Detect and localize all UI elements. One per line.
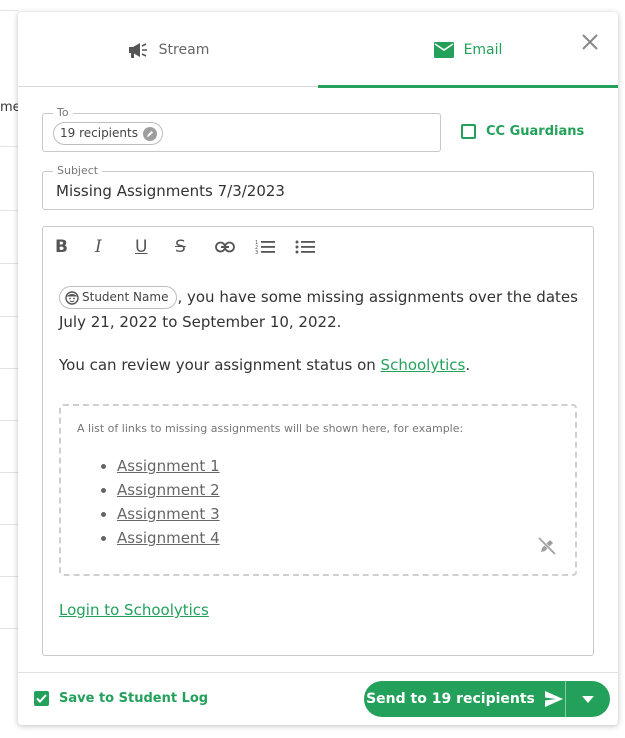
assignment-list: Assignment 1 Assignment 2 Assignment 3 A… [117, 454, 220, 550]
message-editor[interactable]: B I U S 1 2 3 Student Name , you have so… [42, 226, 594, 656]
tab-email-label: Email [463, 41, 503, 58]
save-to-student-log-label: Save to Student Log [59, 691, 209, 706]
background-divider [0, 146, 18, 147]
bold-icon: B [55, 237, 68, 257]
assignment-link[interactable]: Assignment 3 [117, 505, 220, 523]
checkmark-icon [36, 694, 47, 703]
close-icon [582, 34, 598, 50]
assignment-link[interactable]: Assignment 2 [117, 481, 220, 499]
tab-email[interactable]: Email [318, 12, 618, 88]
bulleted-list-icon [295, 240, 315, 254]
composer-footer: Save to Student Log Send to 19 recipient… [18, 672, 618, 725]
send-options-dropdown[interactable] [566, 681, 610, 717]
background-divider [0, 628, 18, 629]
missing-assignments-placeholder: A list of links to missing assignments w… [59, 404, 577, 576]
list-item: Assignment 4 [117, 526, 220, 550]
cc-guardians-toggle[interactable]: CC Guardians [461, 124, 584, 139]
numbered-list-button[interactable]: 1 2 3 [255, 235, 295, 259]
background-divider [0, 210, 18, 211]
background-divider [0, 10, 18, 11]
login-to-schoolytics-link[interactable]: Login to Schoolytics [59, 601, 209, 619]
composer-tabs: Stream Email [18, 12, 618, 88]
save-to-student-log-toggle[interactable]: Save to Student Log [34, 691, 208, 706]
megaphone-icon [127, 41, 149, 59]
subject-label: Subject [53, 164, 103, 178]
cc-guardians-checkbox[interactable] [461, 124, 476, 139]
background-divider [0, 472, 18, 473]
send-icon [544, 691, 563, 707]
student-name-chip-label: Student Name [82, 290, 169, 304]
message-paragraph-2: You can review your assignment status on… [59, 356, 470, 374]
background-divider [0, 368, 18, 369]
list-item: Assignment 3 [117, 502, 220, 526]
tab-stream-label: Stream [158, 41, 210, 58]
bold-button[interactable]: B [55, 235, 95, 259]
caret-down-icon [582, 695, 594, 703]
background-text: me [0, 100, 18, 115]
mail-icon [433, 41, 454, 58]
italic-icon: I [95, 237, 102, 257]
list-item: Assignment 1 [117, 454, 220, 478]
message-composer-panel: Stream Email To 19 recipients CC Guardia… [18, 12, 618, 725]
svg-text:3: 3 [255, 250, 258, 255]
placeholder-caption: A list of links to missing assignments w… [77, 422, 464, 435]
save-to-student-log-checkbox[interactable] [34, 691, 49, 706]
link-icon [215, 241, 235, 253]
review-text: You can review your assignment status on [59, 356, 381, 374]
send-button-label: Send to 19 recipients [366, 691, 535, 707]
assignment-link[interactable]: Assignment 1 [117, 457, 220, 475]
to-label: To [53, 106, 73, 120]
underline-icon: U [135, 237, 148, 257]
background-divider [0, 420, 18, 421]
background-divider [0, 316, 18, 317]
student-name-chip[interactable]: Student Name [59, 286, 178, 309]
schoolytics-link[interactable]: Schoolytics [381, 356, 466, 374]
background-divider [0, 263, 18, 264]
send-button[interactable]: Send to 19 recipients [364, 681, 566, 717]
assignment-link[interactable]: Assignment 4 [117, 529, 220, 547]
background-divider [0, 576, 18, 577]
numbered-list-icon: 1 2 3 [255, 240, 275, 255]
background-divider [0, 524, 18, 525]
smiley-icon [65, 291, 79, 305]
pencil-icon[interactable] [142, 127, 157, 141]
link-button[interactable] [215, 235, 255, 259]
send-button-group: Send to 19 recipients [364, 681, 610, 717]
strikethrough-icon: S [175, 237, 186, 257]
close-button[interactable] [580, 32, 600, 52]
list-item: Assignment 2 [117, 478, 220, 502]
underline-button[interactable]: U [135, 235, 175, 259]
editor-toolbar: B I U S 1 2 3 [55, 235, 335, 259]
subject-field[interactable]: Subject Missing Assignments 7/3/2023 [42, 164, 594, 210]
review-text-period: . [465, 356, 471, 374]
recipients-chip[interactable]: 19 recipients [53, 122, 163, 145]
cc-guardians-label: CC Guardians [486, 124, 585, 139]
edit-off-icon [537, 536, 557, 556]
bulleted-list-button[interactable] [295, 235, 335, 259]
to-field[interactable]: To 19 recipients [42, 106, 441, 152]
tab-stream[interactable]: Stream [18, 12, 318, 87]
strikethrough-button[interactable]: S [175, 235, 215, 259]
italic-button[interactable]: I [95, 235, 135, 259]
message-paragraph-1: Student Name , you have some missing ass… [59, 285, 584, 335]
subject-input[interactable]: Missing Assignments 7/3/2023 [56, 182, 285, 200]
recipients-chip-label: 19 recipients [60, 126, 138, 140]
